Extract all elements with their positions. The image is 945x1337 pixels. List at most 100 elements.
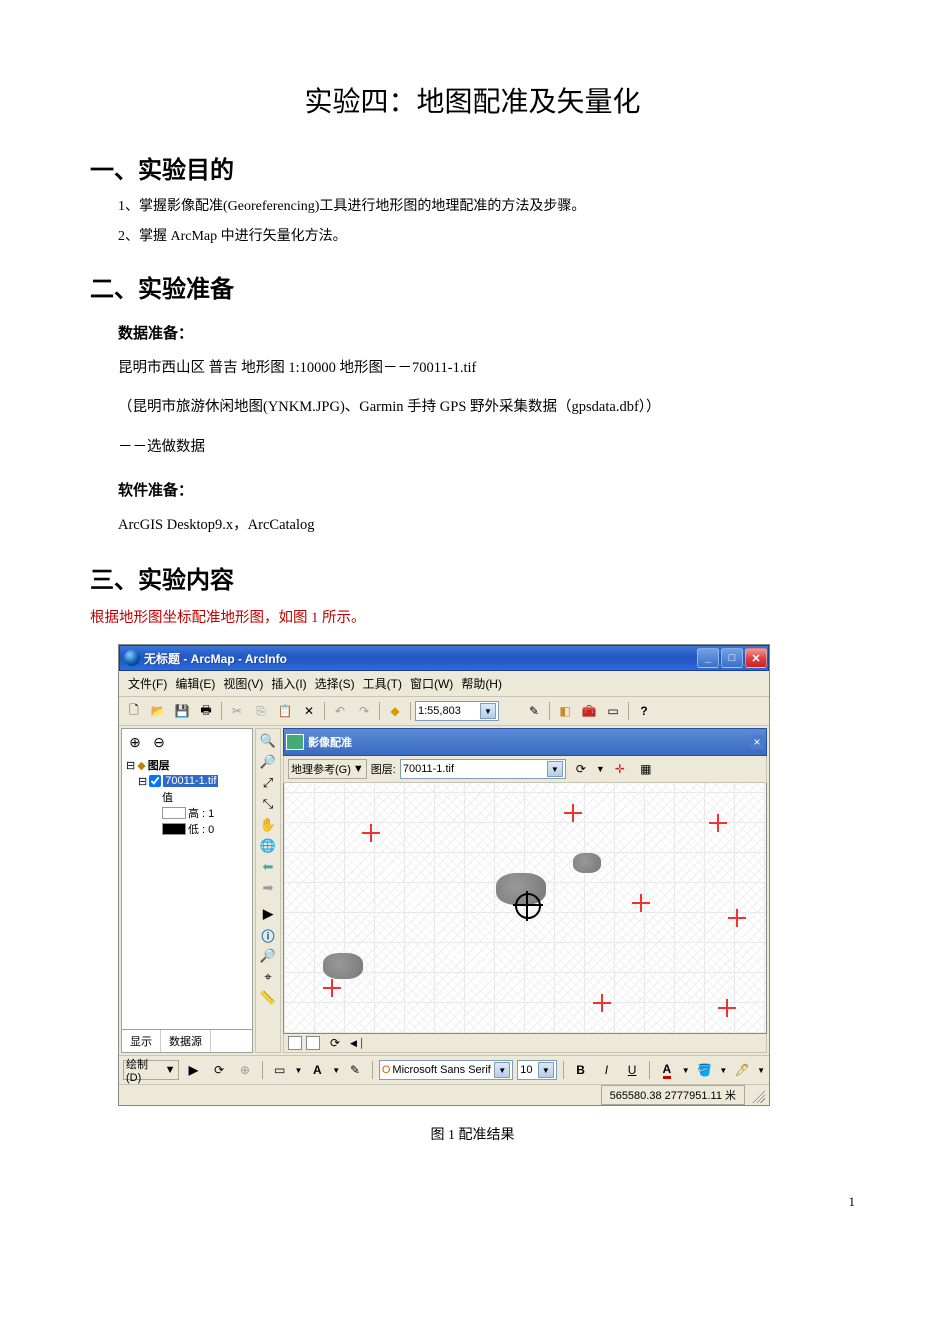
swprep-heading: 软件准备：: [118, 479, 855, 500]
cut-icon[interactable]: ✂: [226, 700, 248, 722]
minimize-button[interactable]: _: [697, 648, 719, 668]
gcp-marker: [564, 804, 582, 822]
help-icon[interactable]: ?: [633, 700, 655, 722]
add-data-icon[interactable]: ◆: [384, 700, 406, 722]
menu-edit[interactable]: 编辑(E): [172, 674, 218, 693]
menu-window[interactable]: 窗口(W): [407, 674, 456, 693]
prev-extent-icon[interactable]: ⬅: [258, 857, 278, 877]
zoom-out-icon[interactable]: 🔎: [258, 752, 278, 772]
paste-icon[interactable]: 📋: [274, 700, 296, 722]
dropdown-icon[interactable]: ▼: [494, 1062, 510, 1078]
add-control-points-icon[interactable]: ✛: [609, 758, 631, 780]
cmd-icon[interactable]: ▭: [602, 700, 624, 722]
refresh-icon[interactable]: ⟳: [324, 1032, 346, 1054]
resize-grip-icon[interactable]: [749, 1087, 765, 1103]
layers-icon: ◆: [137, 759, 145, 772]
purpose-item-2: 2、掌握 ArcMap 中进行矢量化方法。: [118, 225, 855, 249]
toc-tab-source[interactable]: 数据源: [161, 1030, 211, 1052]
menu-help[interactable]: 帮助(H): [458, 674, 505, 693]
maximize-button[interactable]: □: [721, 648, 743, 668]
scale-combo[interactable]: 1:55,803 ▼: [415, 701, 499, 721]
close-button[interactable]: ✕: [745, 648, 767, 668]
dataprep-1: 昆明市西山区 普吉 地形图 1:10000 地形图－－70011-1.tif: [118, 355, 855, 383]
table-of-contents: ⊕ ⊖ ⊟ ◆ 图层 ⊟ 70011-1.tif 值: [121, 728, 253, 1053]
menu-select[interactable]: 选择(S): [312, 674, 358, 693]
dropdown-icon[interactable]: ▼: [547, 761, 563, 777]
new-icon[interactable]: 🗋: [123, 700, 145, 722]
link-table-icon[interactable]: ▦: [635, 758, 657, 780]
map-view-tabs: ⟳ ◀ │: [283, 1034, 767, 1053]
save-icon[interactable]: 💾: [171, 700, 193, 722]
map-canvas[interactable]: [283, 783, 767, 1034]
draw-menu[interactable]: 绘制(D)▼: [123, 1060, 179, 1080]
dropdown-icon[interactable]: ▼: [538, 1062, 554, 1078]
bold-icon[interactable]: B: [570, 1059, 592, 1081]
data-view-tab[interactable]: [288, 1036, 302, 1050]
measure-icon[interactable]: 📏: [258, 988, 278, 1008]
rotate-icon[interactable]: ⟳: [570, 758, 592, 780]
select-icon[interactable]: ▶: [258, 904, 278, 924]
toc-layer-item[interactable]: ⊟ 70011-1.tif: [126, 773, 248, 789]
full-extent-icon[interactable]: 🌐: [258, 836, 278, 856]
menu-file[interactable]: 文件(F): [125, 674, 170, 693]
menu-tools[interactable]: 工具(T): [360, 674, 405, 693]
fixed-zoom-in-icon[interactable]: ⤢: [258, 773, 278, 793]
find-icon[interactable]: 🔎: [258, 946, 278, 966]
menu-view[interactable]: 视图(V): [220, 674, 266, 693]
arctoolbox-icon[interactable]: 🧰: [578, 700, 600, 722]
arccatalog-icon[interactable]: ◧: [554, 700, 576, 722]
toc-low-swatch: 低 : 0: [126, 821, 248, 837]
delete-icon[interactable]: ✕: [298, 700, 320, 722]
zoom-shape-icon[interactable]: ⊕: [234, 1059, 256, 1081]
toc-remove-icon[interactable]: ⊖: [148, 731, 170, 753]
underline-icon[interactable]: U: [621, 1059, 643, 1081]
open-icon[interactable]: 📂: [147, 700, 169, 722]
coordinates-readout: 565580.38 2777951.11 米: [601, 1085, 745, 1105]
toc-add-icon[interactable]: ⊕: [124, 731, 146, 753]
italic-icon[interactable]: I: [596, 1059, 618, 1081]
status-bar: 565580.38 2777951.11 米: [119, 1084, 769, 1105]
font-color-icon[interactable]: A: [656, 1059, 678, 1081]
gcp-marker: [593, 994, 611, 1012]
fontsize-combo[interactable]: 10 ▼: [517, 1060, 557, 1080]
fixed-zoom-out-icon[interactable]: ⤡: [258, 794, 278, 814]
layout-view-tab[interactable]: [306, 1036, 320, 1050]
editor-icon[interactable]: ✎: [523, 700, 545, 722]
edit-vertices-icon[interactable]: ✎: [344, 1059, 366, 1081]
content-p: 根据地形图坐标配准地形图，如图 1 所示。: [90, 605, 855, 633]
zoom-in-icon[interactable]: 🔍: [258, 731, 278, 751]
text-icon[interactable]: A: [306, 1059, 328, 1081]
georef-close-icon[interactable]: ×: [750, 735, 764, 749]
goto-xy-icon[interactable]: ⌖: [258, 967, 278, 987]
pan-icon[interactable]: ✋: [258, 815, 278, 835]
copy-icon[interactable]: ⎘: [250, 700, 272, 722]
next-extent-icon[interactable]: ➡: [258, 878, 278, 898]
identify-icon[interactable]: ⓘ: [258, 925, 278, 945]
gcp-marker: [323, 979, 341, 997]
toc-value-label: 值: [126, 789, 248, 805]
fill-color-icon[interactable]: 🪣: [694, 1059, 716, 1081]
dropdown-icon[interactable]: ▼: [480, 703, 496, 719]
toc-tab-display[interactable]: 显示: [122, 1030, 161, 1052]
doc-title: 实验四：地图配准及矢量化: [90, 80, 855, 120]
select-elements-icon[interactable]: ▶: [183, 1059, 205, 1081]
print-icon[interactable]: 🖶: [195, 700, 217, 722]
georef-toolbar-title[interactable]: 影像配准 ×: [283, 728, 767, 756]
rectangle-icon[interactable]: ▭: [269, 1059, 291, 1081]
georef-layer-combo[interactable]: 70011-1.tif ▼: [400, 759, 566, 779]
gcp-marker: [362, 824, 380, 842]
toc-root[interactable]: ⊟ ◆ 图层: [126, 757, 248, 773]
h1-purpose: 一、实验目的: [90, 150, 855, 185]
font-combo[interactable]: O Microsoft Sans Serif ▼: [379, 1060, 513, 1080]
georef-menu[interactable]: 地理参考(G)▼: [288, 759, 367, 779]
redo-icon[interactable]: ↷: [353, 700, 375, 722]
georef-title-text: 影像配准: [308, 734, 352, 750]
drawing-toolbar: 绘制(D)▼ ▶ ⟳ ⊕ ▭ ▼ A ▼ ✎ O Microsoft Sans Se…: [119, 1055, 769, 1084]
menu-bar: 文件(F) 编辑(E) 视图(V) 插入(I) 选择(S) 工具(T) 窗口(W…: [119, 671, 769, 697]
menu-insert[interactable]: 插入(I): [268, 674, 309, 693]
rotate-element-icon[interactable]: ⟳: [208, 1059, 230, 1081]
layer-visibility-checkbox[interactable]: [149, 775, 161, 787]
line-color-icon[interactable]: 🖊: [731, 1059, 753, 1081]
toc-high-swatch: 高 : 1: [126, 805, 248, 821]
undo-icon[interactable]: ↶: [329, 700, 351, 722]
